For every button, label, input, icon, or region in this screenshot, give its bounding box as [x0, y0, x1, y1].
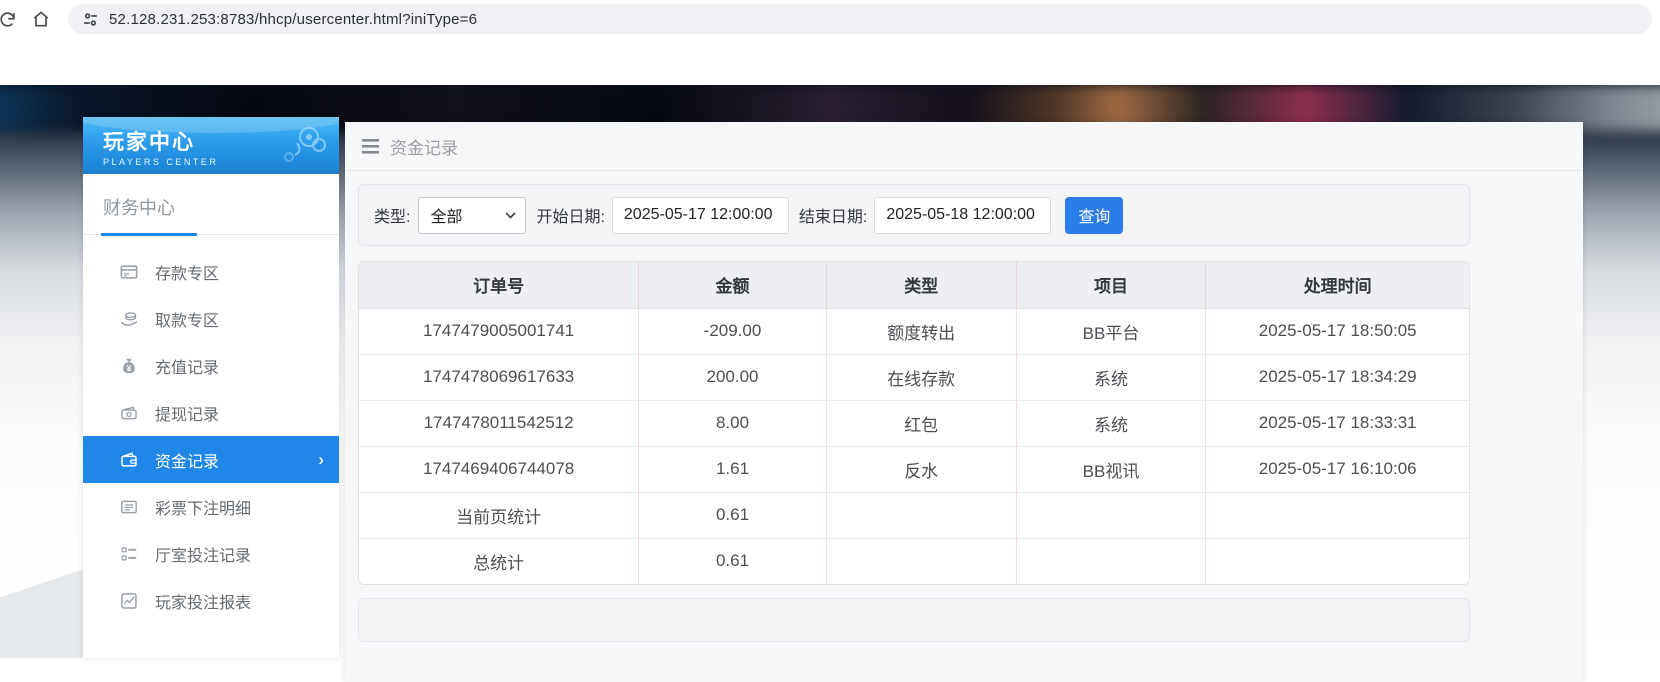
table-body: 1747479005001741 -209.00 额度转出 BB平台 2025-…	[359, 308, 1469, 584]
table-row: 1747479005001741 -209.00 额度转出 BB平台 2025-…	[359, 308, 1469, 355]
table-column-header: 项目	[1016, 262, 1207, 309]
funds-record-table-panel: 订单号 金额 类型 项目 处理时间 1747479005001741 -209.00 额…	[358, 261, 1470, 585]
chevron-right-icon: ›	[318, 449, 324, 469]
cell-order-no: 1747478011542512	[359, 400, 640, 447]
start-date-input[interactable]: 2025-05-17 12:00:00	[611, 196, 789, 234]
player-bet-report-icon	[120, 592, 138, 610]
cell-project	[1016, 538, 1207, 584]
sidebar-item-label: 取款专区	[155, 312, 220, 330]
sidebar-header: 玩家中心 PLAYERS CENTER	[83, 117, 339, 174]
cell-order-no: 1747469406744078	[359, 446, 640, 493]
cell-project: 系统	[1016, 354, 1207, 401]
start-date-label: 开始日期:	[536, 209, 605, 226]
recharge-record-icon	[120, 357, 138, 375]
finance-center-section-title: 财务中心	[83, 174, 339, 236]
funds-record-table: 订单号 金额 类型 项目 处理时间 1747479005001741 -209.00 额…	[359, 262, 1469, 584]
table-row: 1747478069617633 200.00 在线存款 系统 2025-05-…	[359, 354, 1469, 401]
table-row: 总统计 0.61	[359, 538, 1469, 584]
table-column-header: 处理时间	[1205, 262, 1469, 309]
table-row: 1747469406744078 1.61 反水 BB视讯 2025-05-17…	[359, 446, 1469, 493]
sidebar-item[interactable]: 玩家投注报表 ›	[83, 577, 339, 624]
sidebar-menu: 存款专区 › 取款专区 › 充值记录 › 提现记录 ›	[83, 235, 339, 624]
page-header: 资金记录	[345, 122, 1583, 171]
sidebar-item[interactable]: 取款专区 ›	[83, 295, 339, 342]
cell-type: 反水	[826, 446, 1017, 493]
cell-process-time	[1205, 538, 1469, 584]
table-column-header: 类型	[826, 262, 1017, 309]
page-title: 资金记录	[390, 138, 458, 158]
cell-amount: 8.00	[638, 400, 827, 447]
cell-amount: 1.61	[638, 446, 827, 493]
pagination-panel	[358, 598, 1470, 642]
cell-type: 额度转出	[826, 308, 1017, 355]
cell-process-time: 2025-05-17 16:10:06	[1205, 446, 1469, 493]
cell-project	[1016, 492, 1207, 539]
end-date-label: 结束日期:	[798, 209, 868, 226]
query-button[interactable]: 查询	[1065, 196, 1124, 234]
sidebar-item[interactable]: 厅室投注记录 ›	[83, 530, 339, 577]
sidebar-item[interactable]: 彩票下注明细 ›	[83, 483, 339, 530]
type-select-value: 全部	[430, 209, 463, 226]
funds-record-icon	[120, 451, 138, 469]
address-bar[interactable]: 52.128.231.253:8783/hhcp/usercenter.html…	[68, 4, 1652, 34]
cell-process-time: 2025-05-17 18:50:05	[1205, 308, 1469, 355]
reload-icon[interactable]	[0, 2, 24, 36]
cell-amount: 0.61	[638, 538, 827, 584]
cell-project: 系统	[1016, 400, 1207, 447]
withdraw-zone-icon	[120, 310, 138, 328]
type-select[interactable]: 全部	[418, 196, 527, 234]
cell-amount: 200.00	[638, 354, 827, 401]
cell-order-no: 1747479005001741	[359, 308, 640, 355]
home-icon[interactable]	[24, 2, 58, 36]
url-text: 52.128.231.253:8783/hhcp/usercenter.html…	[109, 10, 478, 28]
cell-order-no: 当前页统计	[359, 492, 640, 539]
withdrawal-record-icon	[120, 404, 138, 422]
sidebar-item[interactable]: 存款专区 ›	[83, 248, 339, 295]
main-panel: 资金记录 类型: 全部 开始日期: 2025-05-17 12:00:00 结束…	[345, 122, 1583, 682]
sidebar-item-label: 玩家投注报表	[155, 594, 252, 612]
cell-process-time: 2025-05-17 18:33:31	[1205, 400, 1469, 447]
hall-bet-record-icon	[120, 545, 138, 563]
browser-toolbar: 52.128.231.253:8783/hhcp/usercenter.html…	[0, 0, 1660, 38]
sidebar: 玩家中心 PLAYERS CENTER 财务中心 存款专区 › 取款专区 ›	[83, 117, 339, 658]
chevron-down-icon	[505, 211, 517, 219]
cell-project: BB视讯	[1016, 446, 1207, 493]
sidebar-item[interactable]: 资金记录 ›	[83, 436, 339, 483]
table-row: 当前页统计 0.61	[359, 492, 1469, 539]
cell-type: 红包	[826, 400, 1017, 447]
sidebar-item[interactable]: 充值记录 ›	[83, 342, 339, 389]
cell-project: BB平台	[1016, 308, 1207, 355]
table-column-header: 订单号	[359, 262, 640, 309]
cell-amount: 0.61	[638, 492, 827, 539]
type-label: 类型:	[374, 209, 411, 226]
end-date-input[interactable]: 2025-05-18 12:00:00	[874, 196, 1052, 234]
sidebar-item-label: 存款专区	[155, 265, 220, 283]
sidebar-item[interactable]: 提现记录 ›	[83, 389, 339, 436]
cell-type	[826, 492, 1017, 539]
sidebar-item-label: 资金记录	[155, 453, 220, 471]
table-header-row: 订单号 金额 类型 项目 处理时间	[359, 262, 1469, 309]
table-row: 1747478011542512 8.00 红包 系统 2025-05-17 1…	[359, 400, 1469, 447]
sidebar-item-label: 提现记录	[155, 406, 220, 424]
cell-order-no: 1747478069617633	[359, 354, 640, 401]
sidebar-item-label: 充值记录	[155, 359, 220, 377]
site-settings-icon[interactable]	[82, 11, 99, 28]
cell-type: 在线存款	[826, 354, 1017, 401]
deposit-zone-icon	[120, 263, 138, 281]
cell-order-no: 总统计	[359, 538, 640, 584]
filter-panel: 类型: 全部 开始日期: 2025-05-17 12:00:00 结束日期: 2…	[358, 184, 1470, 246]
section-accent-underline	[101, 233, 197, 236]
cell-amount: -209.00	[638, 308, 827, 355]
cell-type	[826, 538, 1017, 584]
sidebar-item-label: 彩票下注明细	[155, 500, 252, 518]
cell-process-time: 2025-05-17 18:34:29	[1205, 354, 1469, 401]
cell-process-time	[1205, 492, 1469, 539]
lottery-bet-detail-icon	[120, 498, 138, 516]
menu-toggle-icon[interactable]	[362, 138, 379, 154]
gamepad-icon	[284, 127, 326, 162]
table-column-header: 金额	[638, 262, 827, 309]
sidebar-item-label: 厅室投注记录	[155, 547, 252, 565]
